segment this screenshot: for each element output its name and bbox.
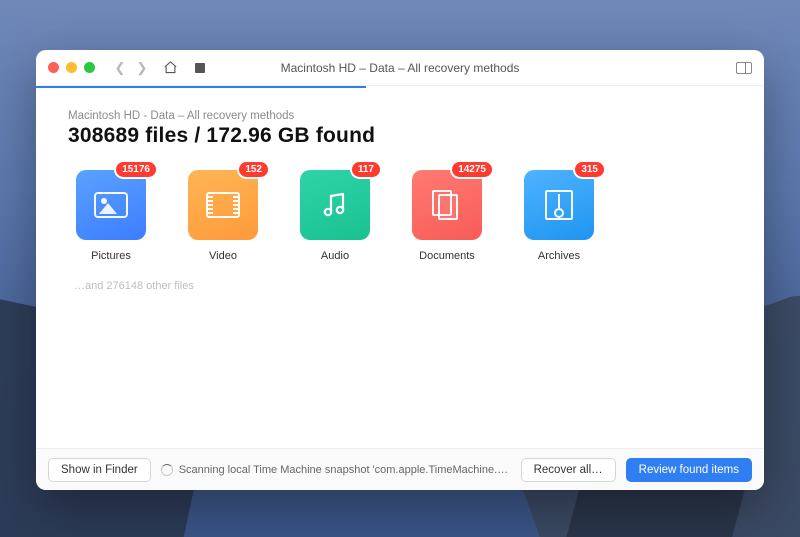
badge-count: 152: [239, 162, 268, 177]
close-window-button[interactable]: [48, 62, 59, 73]
category-label: Audio: [321, 250, 349, 262]
show-in-finder-button[interactable]: Show in Finder: [48, 458, 151, 482]
panel-icon: [736, 62, 752, 74]
recover-all-button[interactable]: Recover all…: [521, 458, 616, 482]
other-files-text: …and 276148 other files: [74, 280, 732, 292]
nav-forward-button[interactable]: ❯: [133, 60, 151, 76]
stop-icon: [195, 63, 205, 73]
nav-back-button[interactable]: ❮: [111, 60, 129, 76]
category-label: Documents: [419, 250, 475, 262]
scan-summary-headline: 308689 files / 172.96 GB found: [68, 124, 732, 148]
titlebar: ❮ ❯ Macintosh HD – Data – All recovery m…: [36, 50, 764, 86]
window-controls: [48, 62, 95, 73]
video-icon: [206, 192, 240, 218]
picture-icon: [94, 192, 128, 218]
category-label: Video: [209, 250, 237, 262]
category-archives[interactable]: 315 Archives: [516, 170, 602, 262]
scan-status: Scanning local Time Machine snapshot 'co…: [161, 464, 511, 476]
review-found-items-button[interactable]: Review found items: [626, 458, 752, 482]
category-audio[interactable]: 117 Audio: [292, 170, 378, 262]
footer-bar: Show in Finder Scanning local Time Machi…: [36, 448, 764, 490]
category-cards: 15176 Pictures 152 Video 117: [68, 170, 732, 262]
app-window: ❮ ❯ Macintosh HD – Data – All recovery m…: [36, 50, 764, 490]
badge-count: 15176: [116, 162, 156, 177]
badge-count: 315: [575, 162, 604, 177]
audio-icon: [320, 191, 350, 219]
scan-status-text: Scanning local Time Machine snapshot 'co…: [179, 464, 511, 476]
badge-count: 117: [352, 162, 380, 177]
archive-icon: [545, 190, 573, 220]
category-label: Archives: [538, 250, 580, 262]
main-content: Macintosh HD - Data – All recovery metho…: [36, 88, 764, 448]
home-button[interactable]: [159, 60, 181, 75]
breadcrumb: Macintosh HD - Data – All recovery metho…: [68, 110, 732, 122]
category-video[interactable]: 152 Video: [180, 170, 266, 262]
spinner-icon: [161, 464, 173, 476]
zoom-window-button[interactable]: [84, 62, 95, 73]
document-icon: [432, 190, 462, 220]
category-label: Pictures: [91, 250, 131, 262]
stop-scan-button[interactable]: [189, 63, 211, 73]
category-documents[interactable]: 14275 Documents: [404, 170, 490, 262]
badge-count: 14275: [452, 162, 492, 177]
toggle-sidebar-button[interactable]: [736, 62, 752, 74]
category-pictures[interactable]: 15176 Pictures: [68, 170, 154, 262]
minimize-window-button[interactable]: [66, 62, 77, 73]
